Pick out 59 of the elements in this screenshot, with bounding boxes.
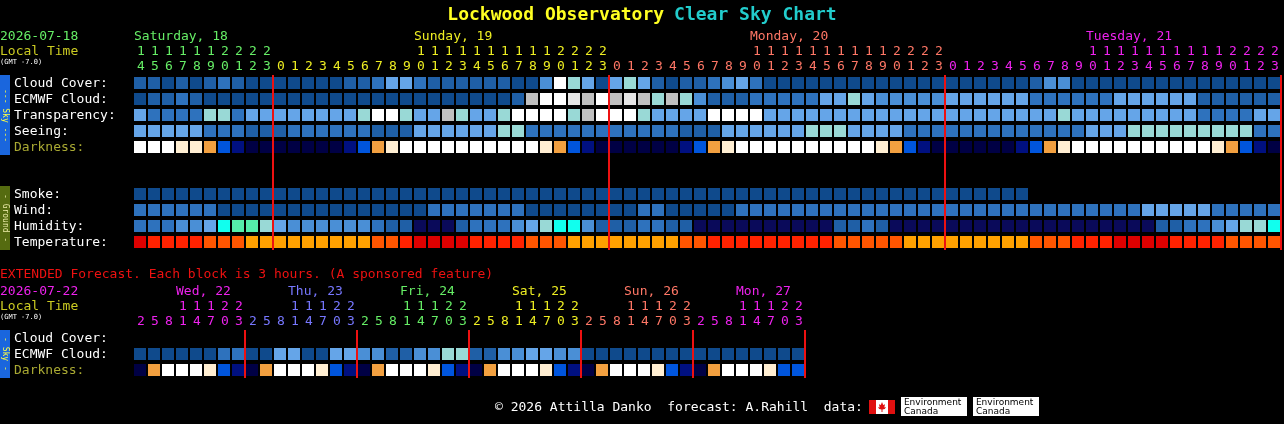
- local-time-label: Local Time: [0, 43, 80, 58]
- row-label: Wind:: [13, 202, 55, 218]
- extended-note: EXTENDED Forecast. Each block is 3 hours. (A sponsored feature): [0, 266, 495, 281]
- hour-ones: 4567890123: [136, 58, 274, 73]
- flag-icon: [868, 399, 895, 414]
- day-label: Fri, 24: [400, 283, 456, 298]
- forecast-date: 2026-07-22: [0, 283, 80, 298]
- hour-ones: 25814703: [136, 313, 246, 328]
- hour-tens: 11111111112222: [416, 43, 610, 58]
- row-label: ECMWF Cloud:: [13, 91, 109, 107]
- row-label: Smoke:: [13, 186, 62, 202]
- hour-ones: 25814703: [696, 313, 806, 328]
- day-divider: [804, 330, 806, 378]
- day-label: Sun, 26: [624, 283, 680, 298]
- hour-tens: 11111111112222: [1088, 43, 1282, 58]
- day-label: Wed, 22: [176, 283, 232, 298]
- site-title: Lockwood Observatory: [447, 2, 665, 24]
- day-divider: [244, 330, 246, 378]
- credit-text: © 2026 Attilla Danko forecast: A.Rahill data:: [495, 399, 863, 414]
- hour-ones: 012345678901234567890123: [948, 58, 1282, 73]
- hour-tens: 11122: [178, 298, 246, 313]
- row-label: Cloud Cover:: [13, 330, 109, 346]
- hour-ones: 012345678901234567890123: [276, 58, 610, 73]
- hour-tens: 11122: [514, 298, 582, 313]
- hour-tens: 11122: [402, 298, 470, 313]
- day-label: Thu, 23: [288, 283, 344, 298]
- row-label: Seeing:: [13, 123, 70, 139]
- day-divider: [356, 330, 358, 378]
- hour-tens: 1111112222: [136, 43, 274, 58]
- forecast-date: 2026-07-18: [0, 28, 80, 43]
- local-time-label: Local Time: [0, 298, 80, 313]
- day-divider: [468, 330, 470, 378]
- agency-logo: Environment Canada: [972, 397, 1039, 416]
- agency-logo: Environment Canada: [900, 397, 967, 416]
- day-label: Sat, 25: [512, 283, 568, 298]
- day-label: Saturday, 18: [134, 28, 229, 43]
- hour-tens: 11111111112222: [752, 43, 946, 58]
- row-label: ECMWF Cloud:: [13, 346, 109, 362]
- day-label: Monday, 20: [750, 28, 830, 43]
- hour-tens: 11122: [290, 298, 358, 313]
- day-label: Tuesday, 21: [1086, 28, 1174, 43]
- row-label: Darkness:: [13, 139, 86, 155]
- row-label: Temperature:: [13, 234, 109, 250]
- row-label: Darkness:: [13, 362, 86, 378]
- hour-ones: 012345678901234567890123: [612, 58, 946, 73]
- hour-tens: 11122: [626, 298, 694, 313]
- hour-ones: 25814703: [584, 313, 694, 328]
- hour-tens: 11122: [738, 298, 806, 313]
- day-label: Sunday, 19: [414, 28, 494, 43]
- day-label: Mon, 27: [736, 283, 792, 298]
- hour-ones: 25814703: [360, 313, 470, 328]
- row-label: Cloud Cover:: [13, 75, 109, 91]
- day-divider: [580, 330, 582, 378]
- row-label: Humidity:: [13, 218, 86, 234]
- hour-ones: 25814703: [248, 313, 358, 328]
- row-label: Transparency:: [13, 107, 117, 123]
- chart-title: Clear Sky Chart: [674, 2, 837, 24]
- hour-ones: 25814703: [472, 313, 582, 328]
- day-divider: [692, 330, 694, 378]
